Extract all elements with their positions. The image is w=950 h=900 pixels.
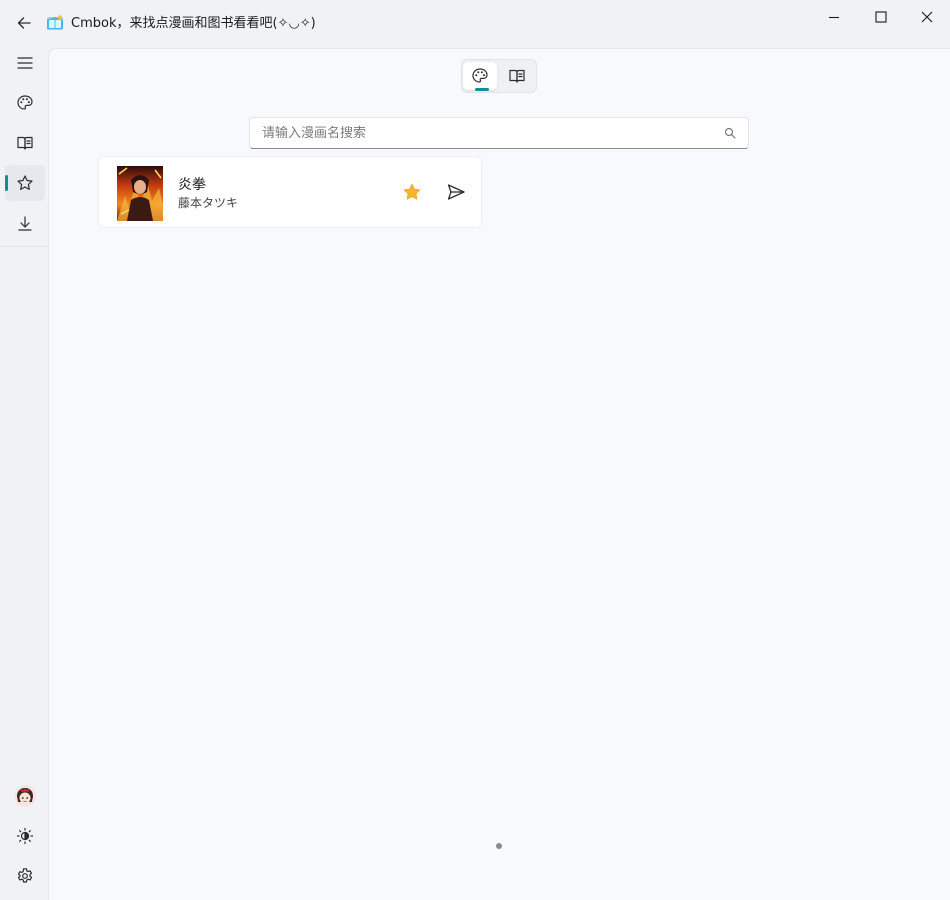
sidebar [0,48,48,900]
sidebar-divider [0,246,48,247]
avatar-button[interactable] [5,778,45,814]
maximize-icon [875,11,887,23]
manga-author: 藤本タツキ [178,196,239,210]
main-content: 炎拳 藤本タツキ [48,48,950,900]
palette-icon [17,95,33,110]
back-button[interactable] [10,9,38,37]
arrow-left-icon [17,17,31,29]
settings-button[interactable] [5,858,45,894]
theme-toggle-button[interactable] [5,818,45,854]
sidebar-item-downloads[interactable] [5,206,45,242]
brightness-icon [16,827,34,845]
manga-cover[interactable] [117,166,163,221]
search-icon[interactable] [724,127,736,139]
favorite-button[interactable] [401,181,423,203]
tab-comics[interactable] [463,62,497,91]
star-outline-icon [17,175,33,190]
star-filled-icon [403,183,421,200]
minimize-button[interactable] [811,0,857,34]
content-type-switch [461,59,537,93]
active-indicator [5,175,8,191]
selected-indicator [475,88,489,91]
avatar-icon [14,785,36,807]
close-icon [921,11,933,23]
send-icon [447,184,465,200]
manga-title: 炎拳 [178,177,206,193]
sidebar-item-favorites[interactable] [5,165,45,201]
window-title: Cmbok，来找点漫画和图书看看吧(✧◡✧) [71,16,316,31]
menu-toggle-button[interactable] [5,45,45,81]
close-button[interactable] [904,0,950,34]
download-icon [18,216,32,231]
manga-card[interactable]: 炎拳 藤本タツキ [98,156,482,228]
hamburger-menu-icon [17,57,33,69]
sidebar-item-comics[interactable] [5,85,45,121]
sidebar-item-books[interactable] [5,125,45,161]
tab-books[interactable] [500,62,534,90]
app-logo [46,14,64,32]
maximize-button[interactable] [858,0,904,34]
open-book-icon [509,69,525,83]
search-input[interactable] [250,118,710,148]
palette-icon [472,68,488,83]
gear-icon [17,868,33,883]
open-button[interactable] [445,181,467,203]
search-box [249,117,749,149]
minimize-icon [829,16,839,19]
title-bar: Cmbok，来找点漫画和图书看看吧(✧◡✧) [0,0,950,48]
page-indicator-dot[interactable] [496,843,502,849]
open-book-icon [17,136,33,150]
